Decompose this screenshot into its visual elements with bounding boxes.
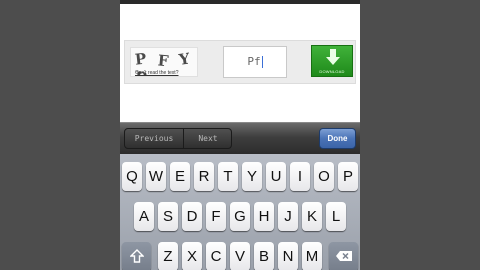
- captcha-panel: P F Y B Can't read the text? Pf DOWNLOAD: [124, 40, 356, 84]
- form-assistant-toolbar: Previous Next Done: [120, 122, 360, 154]
- key-r[interactable]: R: [194, 162, 214, 191]
- key-u[interactable]: U: [266, 162, 286, 191]
- key-p[interactable]: P: [338, 162, 358, 191]
- captcha-input-value: Pf: [247, 55, 261, 68]
- key-k[interactable]: K: [302, 202, 322, 231]
- key-q[interactable]: Q: [122, 162, 142, 191]
- key-w[interactable]: W: [146, 162, 166, 191]
- key-b[interactable]: B: [254, 242, 274, 270]
- keyboard: Q W E R T Y U I O P A S D F G H J K L Z …: [120, 154, 360, 270]
- shift-key[interactable]: [122, 242, 151, 270]
- key-t[interactable]: T: [218, 162, 238, 191]
- prev-next-control: Previous Next: [124, 128, 232, 149]
- key-a[interactable]: A: [134, 202, 154, 231]
- key-o[interactable]: O: [314, 162, 334, 191]
- key-j[interactable]: J: [278, 202, 298, 231]
- key-m[interactable]: M: [302, 242, 322, 270]
- web-page: P F Y B Can't read the text? Pf DOWNLOAD: [120, 4, 360, 122]
- download-arrow-icon: [326, 49, 340, 65]
- captcha-image: P F Y B Can't read the text?: [130, 47, 198, 77]
- backspace-icon: [335, 251, 352, 261]
- key-g[interactable]: G: [230, 202, 250, 231]
- key-c[interactable]: C: [206, 242, 226, 270]
- key-v[interactable]: V: [230, 242, 250, 270]
- key-z[interactable]: Z: [158, 242, 178, 270]
- captcha-char: F: [156, 51, 172, 71]
- captcha-input[interactable]: Pf: [223, 46, 287, 78]
- captcha-char: P: [134, 49, 151, 69]
- download-button-label: DOWNLOAD: [319, 69, 345, 74]
- key-i[interactable]: I: [290, 162, 310, 191]
- captcha-char: Y: [178, 49, 195, 69]
- next-button[interactable]: Next: [184, 129, 231, 148]
- backspace-key[interactable]: [329, 242, 358, 270]
- key-l[interactable]: L: [326, 202, 346, 231]
- key-h[interactable]: H: [254, 202, 274, 231]
- key-f[interactable]: F: [206, 202, 226, 231]
- download-button[interactable]: DOWNLOAD: [311, 45, 353, 77]
- key-y[interactable]: Y: [242, 162, 262, 191]
- screen: P F Y B Can't read the text? Pf DOWNLOAD…: [120, 0, 360, 270]
- key-s[interactable]: S: [158, 202, 178, 231]
- key-d[interactable]: D: [182, 202, 202, 231]
- captcha-refresh-link[interactable]: Can't read the text?: [135, 70, 178, 76]
- previous-button[interactable]: Previous: [125, 129, 184, 148]
- shift-icon: [128, 249, 145, 263]
- key-x[interactable]: X: [182, 242, 202, 270]
- done-button[interactable]: Done: [319, 128, 356, 149]
- key-e[interactable]: E: [170, 162, 190, 191]
- text-caret: [261, 56, 263, 68]
- key-n[interactable]: N: [278, 242, 298, 270]
